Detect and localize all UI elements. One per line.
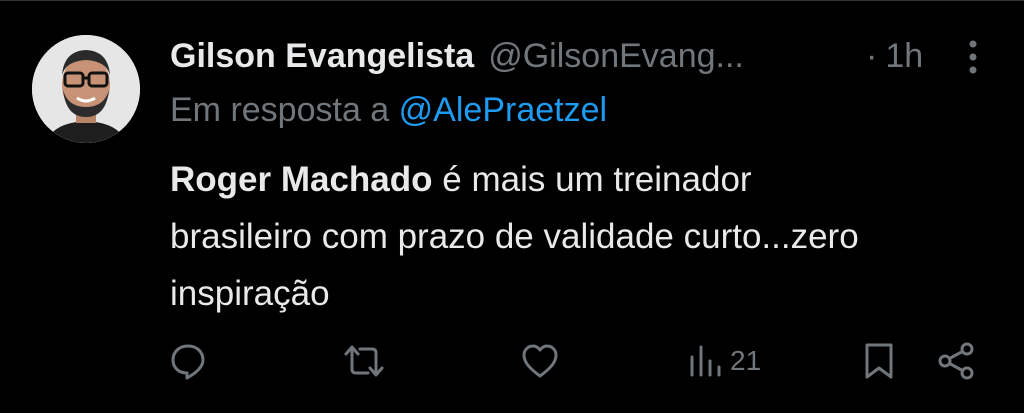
more-options-icon[interactable] [958, 37, 988, 77]
retweet-icon [344, 345, 384, 377]
reply-button[interactable] [168, 339, 208, 383]
reply-icon [171, 344, 205, 380]
reply-prefix: Em resposta a [170, 91, 390, 129]
like-button[interactable] [520, 339, 560, 383]
share-icon [938, 342, 974, 380]
bookmark-icon [865, 343, 893, 379]
tweet-card[interactable]: Gilson Evangelista @GilsonEvang... · 1h … [0, 0, 1024, 413]
author-handle[interactable]: @GilsonEvang... [488, 37, 744, 76]
like-icon [522, 344, 558, 378]
tweet-text-line-2: brasileiro com prazo de validade curto..… [170, 217, 859, 256]
timestamp-group: · 1h [866, 31, 923, 81]
retweet-button[interactable] [342, 339, 386, 383]
tweet-text-line-3: inspiração [170, 274, 330, 313]
reply-context: Em resposta a @AlePraetzel [170, 91, 607, 130]
views-icon [690, 345, 721, 377]
reply-mention-link[interactable]: @AlePraetzel [399, 91, 607, 129]
views-button[interactable]: 21 [688, 339, 761, 383]
tweet-header: Gilson Evangelista @GilsonEvang... [170, 31, 744, 81]
tweet-line1-rest: é mais um treinador [432, 160, 752, 199]
avatar[interactable] [32, 35, 140, 143]
author-name[interactable]: Gilson Evangelista [170, 37, 474, 76]
tweet-bold-name: Roger Machado [170, 160, 433, 199]
tweet-text-line-1: Roger Machado é mais um treinador [170, 151, 1000, 208]
bookmark-button[interactable] [862, 339, 896, 383]
timestamp[interactable]: 1h [885, 37, 923, 76]
action-bar: 21 [0, 331, 1024, 391]
timestamp-separator: · [866, 36, 878, 75]
views-count: 21 [730, 345, 762, 376]
tweet-text: Roger Machado é mais um treinador brasil… [170, 151, 1000, 322]
share-button[interactable] [936, 339, 976, 383]
